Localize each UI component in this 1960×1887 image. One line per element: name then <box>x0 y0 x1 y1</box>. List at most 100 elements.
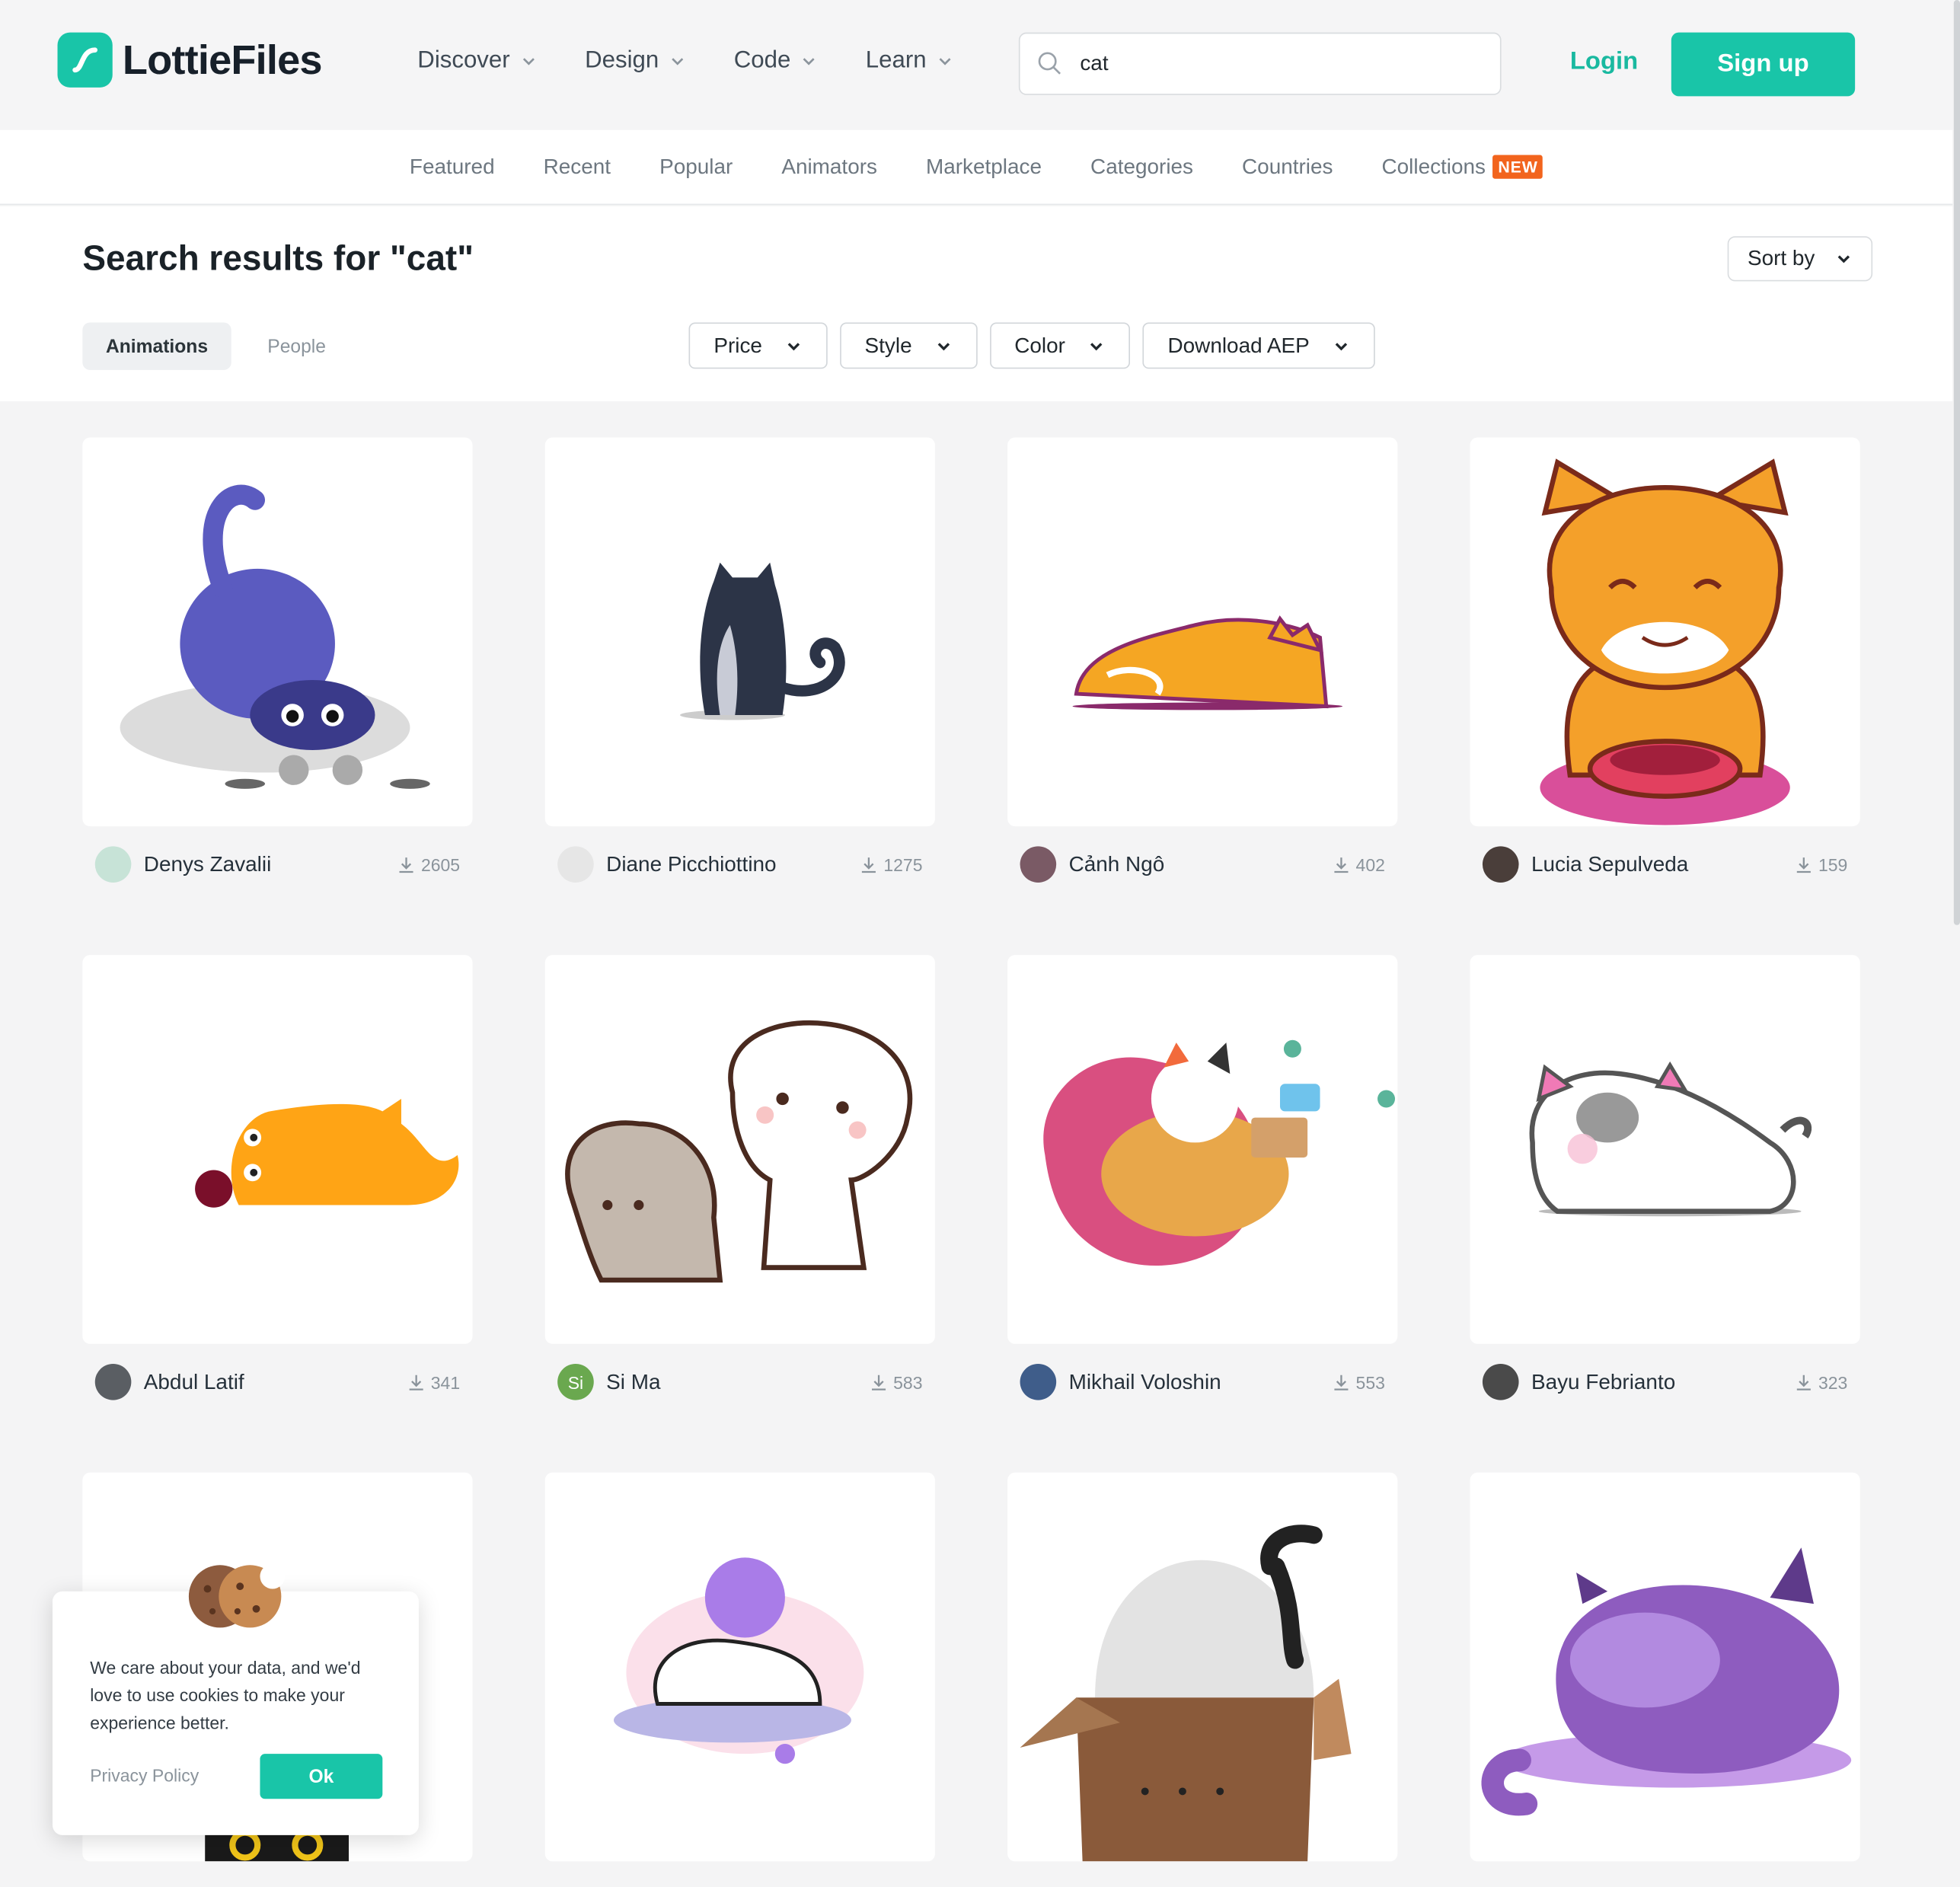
subnav-animators[interactable]: Animators <box>781 155 877 180</box>
subnav-categories[interactable]: Categories <box>1090 155 1193 180</box>
sort-by-dropdown[interactable]: Sort by <box>1727 236 1873 282</box>
main-nav: Discover Design Code Learn <box>417 47 1001 75</box>
author-link[interactable]: Diane Picchiottino <box>557 846 777 883</box>
author-link[interactable]: Cảnh Ngô <box>1020 846 1165 883</box>
author-name: Denys Zavalii <box>143 851 272 876</box>
animation-thumbnail[interactable] <box>82 955 473 1344</box>
signup-button[interactable]: Sign up <box>1671 32 1856 97</box>
author-link[interactable]: Si Si Ma <box>557 1363 661 1400</box>
filter-download-aep[interactable]: Download AEP <box>1142 322 1375 369</box>
nav-label: Design <box>585 47 659 74</box>
download-icon <box>871 1374 886 1390</box>
chevron-down-icon <box>803 58 816 65</box>
animation-thumbnail[interactable] <box>544 1472 935 1862</box>
download-value: 2605 <box>420 854 461 875</box>
card-meta: Diane Picchiottino 1275 <box>545 846 935 883</box>
logo-text: LottieFiles <box>122 36 323 83</box>
privacy-policy-link[interactable]: Privacy Policy <box>90 1765 199 1785</box>
lying-cat-illustration <box>1072 615 1343 710</box>
nav-discover[interactable]: Discover <box>417 47 537 75</box>
download-count: 553 <box>1332 1372 1385 1392</box>
filter-label: Color <box>1014 333 1065 357</box>
download-value: 159 <box>1818 854 1848 875</box>
author-link[interactable]: Lucia Sepulveda <box>1482 846 1688 883</box>
avatar <box>1020 1363 1057 1400</box>
filter-label: Download AEP <box>1167 333 1310 357</box>
download-icon <box>1796 857 1811 873</box>
download-count: 402 <box>1332 854 1385 874</box>
purple-cat-illustration <box>1481 1547 1852 1816</box>
cookie-icon <box>188 1563 286 1628</box>
author-name: Mikhail Voloshin <box>1068 1369 1221 1394</box>
login-link[interactable]: Login <box>1570 47 1638 76</box>
cat-yarn-pillow-illustration <box>614 1557 864 1764</box>
animation-card: Diane Picchiottino 1275 <box>544 437 935 883</box>
search-icon <box>1038 52 1061 75</box>
animation-card: Mikhail Voloshin 553 <box>1007 955 1398 1400</box>
nav-design[interactable]: Design <box>585 47 686 75</box>
animation-thumbnail[interactable] <box>1470 1472 1860 1862</box>
download-icon <box>861 857 876 873</box>
download-value: 553 <box>1355 1371 1385 1392</box>
cat-in-box-illustration <box>1020 1525 1352 1862</box>
download-icon <box>1796 1374 1811 1390</box>
filter-color[interactable]: Color <box>989 322 1131 369</box>
scrollbar[interactable] <box>1953 0 1960 925</box>
tab-people[interactable]: People <box>267 323 326 370</box>
chevron-down-icon <box>937 342 950 350</box>
download-count: 1275 <box>860 854 923 875</box>
animation-thumbnail[interactable] <box>1007 437 1398 827</box>
animation-card: Denys Zavalii 2605 <box>82 437 473 883</box>
animation-card <box>1007 1472 1398 1862</box>
author-link[interactable]: Bayu Febrianto <box>1482 1363 1675 1400</box>
animation-thumbnail[interactable] <box>82 437 473 827</box>
card-meta: Cảnh Ngô 402 <box>1007 846 1397 883</box>
animation-card: Cảnh Ngô 402 <box>1007 437 1398 883</box>
author-name: Cảnh Ngô <box>1068 851 1165 876</box>
subnav-countries[interactable]: Countries <box>1242 155 1333 180</box>
author-link[interactable]: Denys Zavalii <box>94 846 272 883</box>
animation-card: Lucia Sepulveda 159 <box>1470 437 1860 883</box>
card-meta: Abdul Latif 341 <box>82 1363 472 1400</box>
subnav-recent[interactable]: Recent <box>544 155 611 180</box>
lottie-logo-icon <box>57 32 113 88</box>
logo[interactable]: LottieFiles <box>57 32 323 88</box>
animation-card: Bayu Febrianto 323 <box>1470 955 1860 1400</box>
nav-code[interactable]: Code <box>734 47 819 75</box>
download-value: 1275 <box>883 854 923 875</box>
animation-thumbnail[interactable] <box>1470 437 1860 827</box>
filter-price[interactable]: Price <box>688 322 828 369</box>
animation-thumbnail[interactable] <box>544 955 935 1344</box>
subnav-popular[interactable]: Popular <box>659 155 733 180</box>
download-value: 323 <box>1818 1371 1848 1392</box>
animation-thumbnail[interactable] <box>1470 955 1860 1344</box>
card-meta: Bayu Febrianto 323 <box>1470 1363 1860 1400</box>
download-count: 2605 <box>397 854 460 874</box>
card-meta: Mikhail Voloshin 553 <box>1007 1363 1397 1400</box>
animation-thumbnail[interactable] <box>544 437 935 827</box>
author-link[interactable]: Mikhail Voloshin <box>1020 1363 1221 1400</box>
avatar: Si <box>557 1363 594 1400</box>
filter-style[interactable]: Style <box>839 322 977 369</box>
download-value: 341 <box>430 1371 461 1392</box>
search-box[interactable] <box>1018 32 1502 95</box>
results-header: Search results for "cat" Sort by Animati… <box>0 206 1953 401</box>
subnav-featured[interactable]: Featured <box>410 155 495 180</box>
tab-animations[interactable]: Animations <box>82 322 231 370</box>
cookie-ok-button[interactable]: Ok <box>260 1754 383 1799</box>
search-input[interactable] <box>1080 51 1455 77</box>
subnav-collections[interactable]: Collections NEW <box>1382 155 1543 180</box>
nav-label: Code <box>733 47 791 74</box>
subnav-marketplace[interactable]: Marketplace <box>926 155 1042 180</box>
sort-label: Sort by <box>1747 246 1815 270</box>
animation-thumbnail[interactable] <box>1007 1472 1398 1862</box>
filter-label: Price <box>713 333 762 357</box>
download-count: 323 <box>1795 1371 1848 1392</box>
animation-thumbnail[interactable] <box>1007 955 1398 1344</box>
sub-navigation: Featured Recent Popular Animators Market… <box>0 129 1953 206</box>
nav-label: Discover <box>417 47 510 74</box>
author-link[interactable]: Abdul Latif <box>94 1363 244 1400</box>
author-name: Abdul Latif <box>143 1369 244 1394</box>
nav-learn[interactable]: Learn <box>866 47 954 75</box>
page-root: LottieFiles Discover Design Code Learn L… <box>0 0 1960 1887</box>
